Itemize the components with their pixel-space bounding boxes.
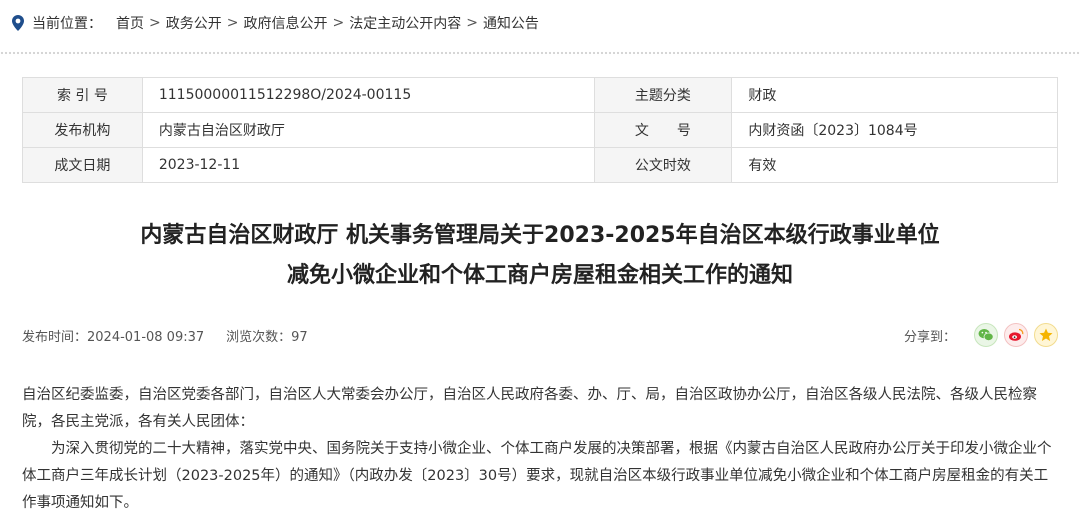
table-row: 成文日期 2023-12-11 公文时效 有效	[22, 147, 1058, 183]
breadcrumb-label: 当前位置：	[32, 16, 102, 32]
qzone-star-share-icon[interactable]	[1034, 323, 1058, 347]
breadcrumb-gov-affairs[interactable]: 政务公开	[166, 13, 222, 33]
divider	[0, 51, 1080, 56]
breadcrumb-separator: >	[226, 15, 239, 31]
breadcrumb-gov-info[interactable]: 政府信息公开	[243, 13, 327, 33]
share-label: 分享到：	[903, 329, 956, 345]
article-body: 自治区纪委监委，自治区党委各部门，自治区人大常委会办公厅，自治区人民政府各委、办…	[22, 382, 1058, 517]
paragraph-intro: 为深入贯彻党的二十大精神，落实党中央、国务院关于支持小微企业、个体工商户发展的决…	[22, 441, 1052, 511]
topic-value: 财政	[731, 77, 1058, 113]
view-count: 浏览次数：97	[226, 329, 308, 345]
document-meta-table: 索 引 号 11150000011512298O/2024-00115 主题分类…	[22, 77, 1058, 183]
doc-number-value: 内财资函〔2023〕1084号	[731, 112, 1058, 148]
paragraph-recipients: 自治区纪委监委，自治区党委各部门，自治区人大常委会办公厅，自治区人民政府各委、办…	[22, 387, 1037, 430]
table-row: 发布机构 内蒙古自治区财政厅 文 号 内财资函〔2023〕1084号	[22, 112, 1058, 148]
wechat-share-icon[interactable]	[974, 323, 998, 347]
index-value: 11150000011512298O/2024-00115	[141, 77, 595, 113]
title-line-1: 内蒙古自治区财政厅 机关事务管理局关于2023-2025年自治区本级行政事业单位	[140, 223, 940, 248]
topic-label: 主题分类	[593, 77, 733, 113]
article-info: 发布时间：2024-01-08 09:37 浏览次数：97 分享到：	[22, 322, 1058, 348]
index-label: 索 引 号	[22, 77, 143, 113]
page-title: 内蒙古自治区财政厅 机关事务管理局关于2023-2025年自治区本级行政事业单位…	[0, 216, 1080, 296]
effect-value: 有效	[731, 147, 1058, 183]
breadcrumb: 当前位置： 首页 > 政务公开 > 政府信息公开 > 法定主动公开内容 > 通知…	[0, 0, 1080, 46]
breadcrumb-notices[interactable]: 通知公告	[483, 13, 539, 33]
breadcrumb-separator: >	[466, 15, 478, 31]
date-label: 成文日期	[22, 147, 143, 183]
date-value: 2023-12-11	[141, 147, 595, 183]
title-line-2: 减免小微企业和个体工商户房屋租金相关工作的通知	[286, 263, 793, 288]
breadcrumb-statutory[interactable]: 法定主动公开内容	[349, 13, 461, 33]
doc-number-label: 文 号	[593, 112, 733, 148]
effect-label: 公文时效	[593, 147, 733, 183]
publish-time: 发布时间：2024-01-08 09:37	[22, 329, 205, 345]
weibo-share-icon[interactable]	[1004, 323, 1028, 347]
breadcrumb-separator: >	[332, 15, 345, 31]
org-value: 内蒙古自治区财政厅	[141, 112, 595, 148]
table-row: 索 引 号 11150000011512298O/2024-00115 主题分类…	[22, 77, 1058, 113]
org-label: 发布机构	[22, 112, 143, 148]
location-pin-icon	[12, 15, 24, 31]
breadcrumb-home[interactable]: 首页	[116, 13, 144, 33]
breadcrumb-separator: >	[149, 15, 161, 31]
